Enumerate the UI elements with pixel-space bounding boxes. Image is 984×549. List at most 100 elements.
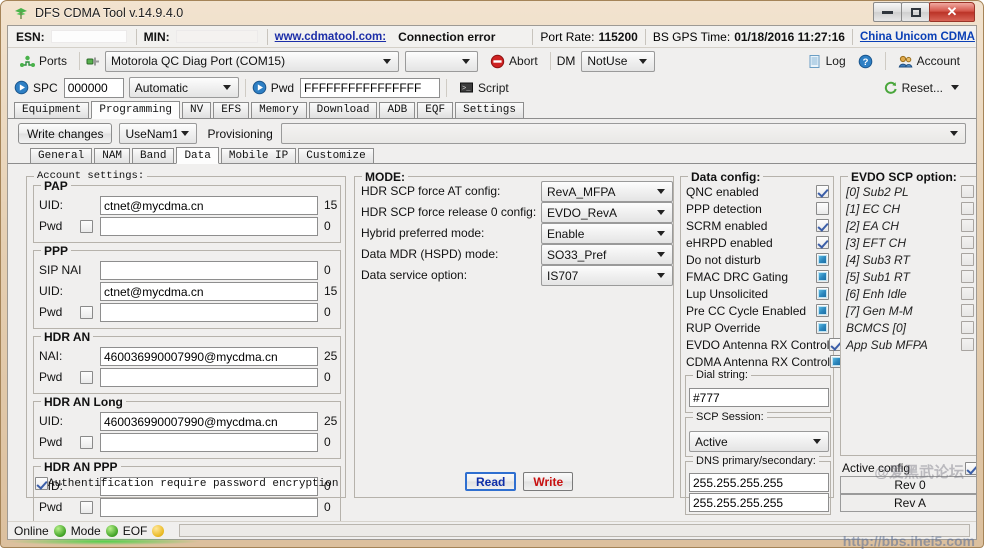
mode-row-select[interactable]: SO33_Pref xyxy=(541,244,673,265)
active-config-list-item[interactable]: Rev 0 xyxy=(840,476,976,494)
ports-button[interactable]: Ports xyxy=(14,51,73,72)
data-config-row[interactable]: QNC enabled xyxy=(686,183,829,200)
data-config-checkbox[interactable] xyxy=(816,185,829,198)
data-config-row[interactable]: SCRM enabled xyxy=(686,217,829,234)
evdo-scp-row[interactable]: [5] Sub1 RT xyxy=(846,268,974,285)
account-pwd-checkbox[interactable] xyxy=(80,501,93,514)
data-config-row[interactable]: PPP detection xyxy=(686,200,829,217)
evdo-scp-row[interactable]: [0] Sub2 PL xyxy=(846,183,974,200)
carrier-link[interactable]: China Unicom CDMA xyxy=(860,31,975,43)
main-tab-equipment[interactable]: Equipment xyxy=(14,102,90,118)
account-button[interactable]: Account xyxy=(892,51,966,72)
account-field-input[interactable] xyxy=(100,261,318,280)
evdo-scp-checkbox[interactable] xyxy=(961,253,974,266)
provisioning-select[interactable] xyxy=(280,123,966,144)
data-config-checkbox[interactable] xyxy=(816,270,829,283)
account-field-input[interactable] xyxy=(100,368,318,387)
evdo-scp-checkbox[interactable] xyxy=(961,304,974,317)
help-icon[interactable]: ? xyxy=(858,54,873,69)
close-button[interactable]: ✕ xyxy=(929,2,975,22)
active-config-list-item[interactable]: Rev A xyxy=(840,494,976,512)
sub-tab-mobile-ip[interactable]: Mobile IP xyxy=(220,148,297,163)
main-tab-nv[interactable]: NV xyxy=(182,102,212,118)
account-field-input[interactable] xyxy=(100,433,318,452)
evdo-scp-row[interactable]: App Sub MFPA xyxy=(846,336,974,353)
data-config-row[interactable]: Pre CC Cycle Enabled xyxy=(686,302,829,319)
account-field-input[interactable] xyxy=(100,217,318,236)
sub-tab-band[interactable]: Band xyxy=(132,148,175,163)
script-button[interactable]: >_ Script xyxy=(453,77,515,98)
write-changes-button[interactable]: Write changes xyxy=(18,123,113,144)
minimize-button[interactable] xyxy=(873,2,902,22)
mode-row-select[interactable]: RevA_MFPA xyxy=(541,181,673,202)
main-tab-efs[interactable]: EFS xyxy=(213,102,250,118)
sub-tab-nam[interactable]: NAM xyxy=(94,148,131,163)
auth-encryption-checkbox[interactable] xyxy=(35,477,48,490)
main-tab-adb[interactable]: ADB xyxy=(379,102,416,118)
data-config-row[interactable]: Do not disturb xyxy=(686,251,829,268)
data-config-checkbox[interactable] xyxy=(816,202,829,215)
evdo-scp-checkbox[interactable] xyxy=(961,219,974,232)
account-field-input[interactable]: 460036990007990@mycdma.cn xyxy=(100,347,318,366)
evdo-scp-row[interactable]: [2] EA CH xyxy=(846,217,974,234)
auth-encryption-row[interactable]: Authentification require password encryp… xyxy=(35,475,338,492)
mode-row-select[interactable]: EVDO_RevA xyxy=(541,202,673,223)
port-extra-select[interactable] xyxy=(405,50,479,72)
main-tab-eqf[interactable]: EQF xyxy=(417,102,454,118)
data-config-row[interactable]: CDMA Antenna RX Control xyxy=(686,353,844,370)
data-config-row[interactable]: RUP Override xyxy=(686,319,829,336)
dns-primary-input[interactable]: 255.255.255.255 xyxy=(689,473,829,492)
main-tab-download[interactable]: Download xyxy=(308,102,378,118)
evdo-scp-row[interactable]: [7] Gen M-M xyxy=(846,302,974,319)
evdo-scp-row[interactable]: [3] EFT CH xyxy=(846,234,974,251)
abort-button[interactable]: Abort xyxy=(484,51,544,72)
spc-mode-select[interactable]: Automatic xyxy=(128,77,239,98)
data-config-row[interactable]: Lup Unsolicited xyxy=(686,285,829,302)
active-config-checkbox[interactable] xyxy=(965,461,976,475)
account-pwd-checkbox[interactable] xyxy=(80,220,93,233)
data-config-checkbox[interactable] xyxy=(816,304,829,317)
evdo-scp-checkbox[interactable] xyxy=(961,202,974,215)
sub-tab-data[interactable]: Data xyxy=(176,147,219,164)
spc-input[interactable]: 000000 xyxy=(63,77,124,98)
dns-secondary-input[interactable]: 255.255.255.255 xyxy=(689,493,829,512)
account-pwd-checkbox[interactable] xyxy=(80,436,93,449)
evdo-scp-checkbox[interactable] xyxy=(961,287,974,300)
mode-row-select[interactable]: IS707 xyxy=(541,265,673,286)
dial-string-input[interactable]: #777 xyxy=(689,388,829,407)
plug-icon[interactable] xyxy=(86,54,101,69)
mode-row-select[interactable]: Enable xyxy=(541,223,673,244)
sub-tab-customize[interactable]: Customize xyxy=(298,148,374,163)
account-field-input[interactable]: ctnet@mycdma.cn xyxy=(100,196,318,215)
account-pwd-checkbox[interactable] xyxy=(80,306,93,319)
account-field-input[interactable] xyxy=(100,303,318,322)
main-tab-programming[interactable]: Programming xyxy=(91,101,181,119)
write-button[interactable]: Write xyxy=(523,472,574,491)
active-config-row[interactable]: Active config xyxy=(840,460,976,476)
account-field-input[interactable]: 460036990007990@mycdma.cn xyxy=(100,412,318,431)
evdo-scp-checkbox[interactable] xyxy=(961,185,974,198)
evdo-scp-checkbox[interactable] xyxy=(961,270,974,283)
reset-button[interactable]: Reset... xyxy=(877,77,970,98)
sub-tab-general[interactable]: General xyxy=(30,148,93,163)
main-tab-settings[interactable]: Settings xyxy=(455,102,524,118)
nam-select[interactable]: UseNam1 xyxy=(119,123,198,144)
evdo-scp-row[interactable]: [6] Enh Idle xyxy=(846,285,974,302)
data-config-row[interactable]: FMAC DRC Gating xyxy=(686,268,829,285)
pwd-run-icon[interactable] xyxy=(252,80,267,95)
evdo-scp-checkbox[interactable] xyxy=(961,321,974,334)
evdo-scp-checkbox[interactable] xyxy=(961,236,974,249)
port-select[interactable]: Motorola QC Diag Port (COM15) xyxy=(105,50,400,72)
cdmatool-link[interactable]: www.cdmatool.com: xyxy=(275,31,386,43)
data-config-checkbox[interactable] xyxy=(816,253,829,266)
spc-run-icon[interactable] xyxy=(14,80,29,95)
data-config-checkbox[interactable] xyxy=(816,287,829,300)
data-config-checkbox[interactable] xyxy=(816,236,829,249)
data-config-row[interactable]: eHRPD enabled xyxy=(686,234,829,251)
evdo-scp-row[interactable]: BCMCS [0] xyxy=(846,319,974,336)
scp-session-select[interactable]: Active xyxy=(689,431,829,452)
evdo-scp-row[interactable]: [4] Sub3 RT xyxy=(846,251,974,268)
log-button[interactable]: Log xyxy=(801,51,852,72)
data-config-row[interactable]: EVDO Antenna RX Control xyxy=(686,336,843,353)
read-button[interactable]: Read xyxy=(465,472,517,491)
